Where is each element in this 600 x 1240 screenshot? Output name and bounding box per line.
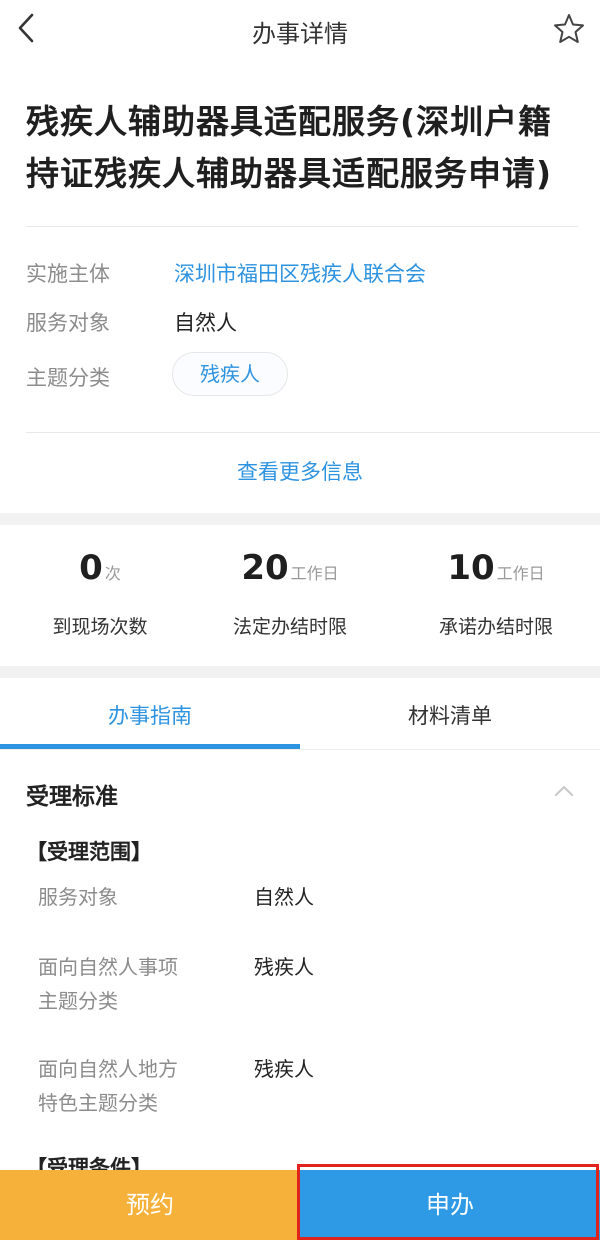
detail-label: 服务对象: [38, 885, 118, 909]
category-label: 主题分类: [26, 366, 110, 390]
detail-value: 残疾人: [254, 955, 314, 979]
detail-value: 自然人: [254, 885, 314, 909]
view-more-info-link[interactable]: 查看更多信息: [0, 456, 600, 486]
subsection-title: 【受理范围】: [26, 840, 152, 864]
stat-value: 10: [447, 548, 495, 588]
stat-promised-deadline: 10 工作日: [396, 548, 596, 588]
stat-label: 到现场次数: [52, 616, 148, 638]
stat-legal-deadline: 20 工作日: [190, 548, 390, 588]
service-title-line: 持证残疾人辅助器具适配服务申请): [26, 154, 553, 193]
section-gap: [0, 513, 600, 525]
implementer-label: 实施主体: [26, 262, 110, 286]
service-title-line: 残疾人辅助器具适配服务(深圳户籍: [26, 102, 553, 141]
divider: [26, 226, 578, 227]
section-title: 受理标准: [26, 784, 118, 810]
star-outline-icon: [554, 14, 584, 43]
tab-guide[interactable]: 办事指南: [0, 700, 300, 730]
detail-label-line: 主题分类: [38, 989, 118, 1013]
detail-label: 面向自然人事项 主题分类: [38, 950, 228, 1018]
stat-label: 承诺办结时限: [438, 616, 553, 638]
nav-header: 办事详情: [0, 0, 600, 60]
stat-value: 20: [241, 548, 289, 588]
category-tag[interactable]: 残疾人: [172, 352, 288, 396]
target-label: 服务对象: [26, 311, 110, 335]
section-gap: [0, 666, 600, 678]
detail-value: 残疾人: [254, 1057, 314, 1081]
stat-visits: 0次: [0, 548, 200, 588]
detail-label-line: 特色主题分类: [38, 1091, 158, 1115]
stat-unit: 工作日: [496, 564, 545, 583]
stat-unit: 工作日: [290, 564, 339, 583]
stat-value: 0: [79, 548, 103, 588]
tab-materials[interactable]: 材料清单: [300, 700, 600, 730]
detail-label: 面向自然人地方 特色主题分类: [38, 1052, 228, 1120]
page-title: 办事详情: [252, 20, 348, 48]
detail-label-line: 面向自然人事项: [38, 955, 178, 979]
stat-label: 法定办结时限: [232, 616, 347, 638]
target-value: 自然人: [174, 311, 237, 335]
service-title: 残疾人辅助器具适配服务(深圳户籍 持证残疾人辅助器具适配服务申请): [26, 96, 578, 200]
chevron-up-icon: [555, 786, 573, 796]
divider: [26, 432, 600, 433]
appointment-button[interactable]: 预约: [0, 1170, 300, 1240]
collapse-button[interactable]: [552, 782, 576, 800]
favorite-button[interactable]: [552, 12, 586, 46]
detail-label-line: 面向自然人地方: [38, 1057, 178, 1081]
implementer-link[interactable]: 深圳市福田区残疾人联合会: [174, 258, 426, 288]
apply-button[interactable]: 申办: [300, 1170, 600, 1240]
stat-unit: 次: [104, 564, 121, 583]
divider: [0, 749, 600, 750]
